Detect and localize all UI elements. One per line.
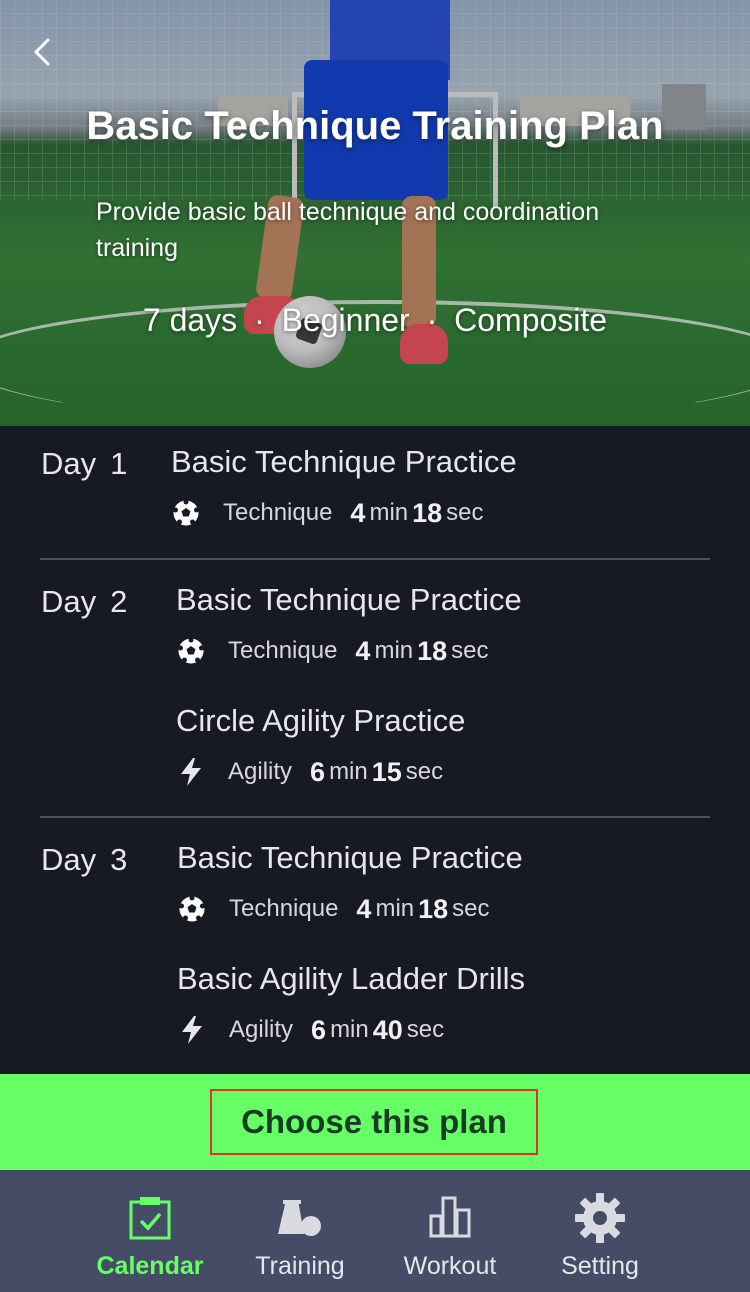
exercise-item[interactable]: Basic Technique Practice Technique 4 min… — [177, 840, 697, 924]
meta-separator: · — [426, 302, 438, 338]
exercise-title: Circle Agility Practice — [176, 703, 466, 738]
minutes-unit: min — [375, 895, 415, 922]
tab-calendar[interactable]: Calendar — [75, 1170, 225, 1292]
exercise-item[interactable]: Circle Agility Practice Agility 6 min 15… — [176, 703, 696, 787]
exercise-minutes: 6 — [310, 756, 326, 787]
exercise-seconds: 18 — [412, 497, 443, 528]
soccer-ball-icon — [176, 636, 206, 666]
day-label: Day 3 — [41, 842, 127, 878]
exercise-item[interactable]: Basic Technique Practice Technique 4 min… — [176, 582, 696, 666]
minutes-unit: min — [330, 1016, 369, 1043]
exercise-minutes: 4 — [355, 635, 371, 666]
seconds-unit: sec — [405, 758, 444, 785]
exercise-category: Agility — [229, 1016, 294, 1043]
exercise-meta: Agility 6 min 40 sec — [177, 1015, 697, 1045]
gear-icon — [574, 1192, 626, 1244]
meta-separator: · — [254, 302, 265, 338]
day-number: 2 — [110, 584, 128, 619]
exercise-minutes: 4 — [350, 497, 366, 528]
back-button[interactable] — [30, 32, 58, 72]
seconds-unit: sec — [452, 895, 490, 922]
plan-title: Basic Technique Training Plan — [86, 104, 664, 148]
exercise-minutes: 4 — [356, 893, 372, 924]
exercise-title: Basic Agility Ladder Drills — [177, 961, 526, 996]
plan-description: Provide basic ball technique and coordin… — [96, 198, 600, 262]
plan-meta: 7 days · Beginner · Composite — [0, 302, 750, 339]
exercise-category: Technique — [223, 499, 333, 526]
day-word: Day — [41, 446, 97, 481]
day-word: Day — [41, 842, 97, 877]
plan-type: Composite — [454, 302, 608, 338]
bar-chart-icon — [424, 1192, 476, 1244]
exercise-title: Basic Technique Practice — [176, 582, 522, 617]
tab-workout[interactable]: Workout — [375, 1170, 525, 1292]
cta-bar: Choose this plan — [0, 1074, 750, 1170]
day-word: Day — [41, 584, 97, 619]
exercise-seconds: 15 — [371, 756, 402, 787]
exercise-seconds: 18 — [417, 635, 448, 666]
exercise-meta: Technique 4 min 18 sec — [171, 498, 691, 528]
exercise-title: Basic Technique Practice — [171, 444, 517, 479]
lightning-icon — [176, 757, 206, 787]
exercise-seconds: 18 — [418, 893, 449, 924]
exercise-meta: Agility 6 min 15 sec — [176, 757, 696, 787]
plan-duration: 7 days — [142, 302, 238, 338]
minutes-unit: min — [374, 637, 414, 664]
exercise-category: Agility — [228, 758, 293, 785]
tab-label: Workout — [403, 1252, 497, 1280]
exercise-minutes: 6 — [311, 1014, 327, 1045]
chevron-left-icon — [34, 38, 50, 66]
plan-day-list: Day 1 Basic Technique Practice Technique … — [0, 426, 750, 1074]
tab-setting[interactable]: Setting — [525, 1170, 675, 1292]
day-divider — [40, 558, 710, 560]
exercise-category: Technique — [229, 895, 339, 922]
bottom-tab-bar: Calendar Training Workout Setting — [0, 1170, 750, 1292]
choose-plan-button[interactable]: Choose this plan — [210, 1089, 538, 1155]
exercise-item[interactable]: Basic Agility Ladder Drills Agility 6 mi… — [177, 961, 697, 1045]
seconds-unit: sec — [451, 637, 489, 664]
exercise-meta: Technique 4 min 18 sec — [176, 636, 696, 666]
soccer-ball-icon — [177, 894, 207, 924]
tab-label: Training — [255, 1252, 345, 1280]
tab-label: Setting — [561, 1252, 639, 1280]
plan-level: Beginner — [281, 302, 410, 338]
calendar-check-icon — [124, 1192, 176, 1244]
day-label: Day 2 — [41, 584, 127, 620]
tab-training[interactable]: Training — [225, 1170, 375, 1292]
lightning-icon — [177, 1015, 207, 1045]
exercise-item[interactable]: Basic Technique Practice Technique 4 min… — [171, 444, 691, 528]
tab-label: Calendar — [96, 1252, 204, 1280]
soccer-ball-icon — [171, 498, 201, 528]
minutes-unit: min — [369, 499, 409, 526]
seconds-unit: sec — [406, 1016, 445, 1043]
hero-banner: Basic Technique Training Plan Provide ba… — [0, 0, 750, 426]
day-label: Day 1 — [41, 446, 127, 482]
day-divider — [40, 816, 710, 818]
exercise-title: Basic Technique Practice — [177, 840, 523, 875]
minutes-unit: min — [329, 758, 368, 785]
cone-ball-icon — [274, 1192, 326, 1244]
exercise-meta: Technique 4 min 18 sec — [177, 894, 697, 924]
exercise-seconds: 40 — [372, 1014, 403, 1045]
exercise-category: Technique — [228, 637, 338, 664]
day-number: 3 — [110, 842, 128, 877]
seconds-unit: sec — [446, 499, 484, 526]
day-number: 1 — [110, 446, 128, 481]
